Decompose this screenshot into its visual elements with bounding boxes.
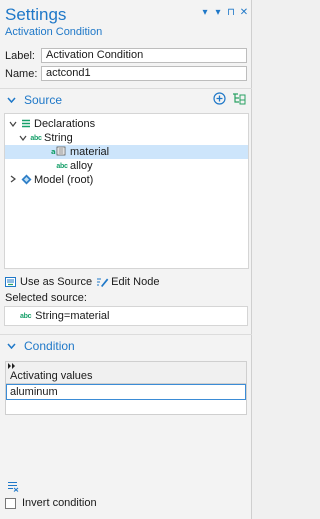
chevron-down-icon (7, 341, 19, 351)
name-label: Name: (5, 67, 38, 80)
use-as-source-label: Use as Source (20, 276, 93, 288)
svg-text:a: a (51, 148, 56, 156)
selected-source-field: abc String=material (4, 306, 248, 326)
source-section-title: Source (24, 92, 63, 107)
tree-node-model-root[interactable]: Model (root) (8, 173, 93, 187)
use-as-source-button[interactable]: Use as Source (5, 276, 92, 288)
name-field-row: Name: actcond1 (5, 66, 247, 81)
label-field-row: Label: Activation Condition (5, 48, 247, 63)
tree-node-label: Model (root) (34, 174, 94, 186)
tree-node-declarations[interactable]: Declarations (8, 117, 95, 131)
edit-node-label: Edit Node (111, 276, 160, 288)
label-input[interactable]: Activation Condition (41, 48, 247, 63)
abc-icon: abc (20, 312, 32, 320)
tree-node-string[interactable]: abc String (18, 131, 73, 145)
tree-selection-highlight (5, 145, 248, 159)
source-toolbar: Use as Source Edit Node (5, 275, 159, 289)
selected-source-label: Selected source: (5, 292, 87, 304)
edit-node-icon (96, 276, 109, 288)
restore-icon[interactable]: ⊓ (226, 8, 236, 18)
chevron-down-icon[interactable]: ▾ (213, 8, 223, 18)
chevron-right-icon[interactable] (8, 175, 18, 185)
abc-icon: abc (30, 134, 42, 142)
invert-condition-row: Invert condition (5, 497, 97, 509)
selected-source-value: String=material (35, 310, 110, 322)
condition-section-title: Condition (24, 338, 75, 353)
window-controls: ▾ ▾ ⊓ ✕ (200, 8, 249, 18)
tree-node-material[interactable]: a material (50, 145, 109, 159)
chevron-down-icon[interactable]: ▾ (200, 8, 210, 18)
clear-table-icon[interactable] (7, 481, 19, 495)
invert-condition-label: Invert condition (22, 497, 97, 509)
chevron-down-icon (7, 95, 19, 105)
abc-icon: abc (56, 162, 68, 170)
label-label: Label: (5, 49, 35, 62)
close-icon[interactable]: ✕ (239, 8, 249, 18)
table-row[interactable]: aluminum (6, 384, 246, 400)
model-icon (18, 174, 34, 187)
abc-selected-icon: a (50, 146, 70, 158)
table-header: Activating values (6, 362, 246, 384)
tree-filter-icon[interactable] (232, 92, 246, 108)
column-header-activating-values[interactable]: Activating values (10, 370, 93, 382)
invert-condition-checkbox[interactable] (5, 497, 16, 509)
source-section-header[interactable]: Source (0, 88, 252, 110)
tree-node-label: material (70, 146, 110, 158)
use-as-source-icon (5, 276, 17, 288)
tree-node-label: alloy (70, 160, 93, 172)
tree-node-label: Declarations (34, 118, 96, 130)
source-tree[interactable]: Declarations abc String a material abc a… (4, 113, 249, 269)
add-icon[interactable] (213, 92, 226, 108)
chevron-down-icon[interactable] (18, 134, 28, 143)
page-subtitle: Activation Condition (5, 26, 103, 38)
name-input[interactable]: actcond1 (41, 66, 247, 81)
settings-header: Settings Activation Condition ▾ ▾ ⊓ ✕ (5, 5, 249, 41)
edit-node-button[interactable]: Edit Node (96, 276, 159, 288)
settings-panel: Settings Activation Condition ▾ ▾ ⊓ ✕ La… (0, 0, 252, 519)
tree-node-label: String (44, 132, 73, 144)
tree-node-alloy[interactable]: abc alloy (54, 159, 93, 173)
condition-section-header[interactable]: Condition (0, 334, 252, 356)
declarations-icon (18, 119, 34, 130)
chevron-down-icon[interactable] (8, 120, 18, 129)
activating-values-table: Activating values aluminum (5, 361, 247, 415)
